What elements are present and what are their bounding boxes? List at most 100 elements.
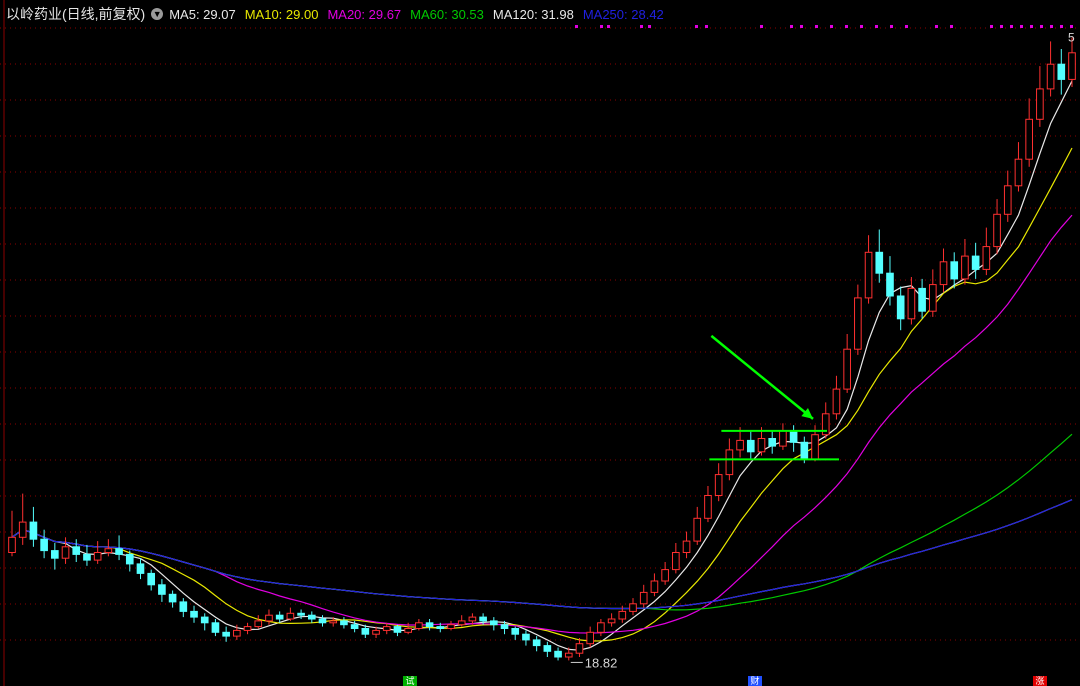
ma-legend-item: MA10: 29.00 xyxy=(244,6,319,22)
candle-body xyxy=(907,287,916,320)
event-dot xyxy=(600,25,603,28)
candle-body xyxy=(415,622,423,629)
candle-body xyxy=(586,631,595,645)
low-price-label: 18.82 xyxy=(585,655,618,670)
ma-legend-item: MA20: 29.67 xyxy=(327,6,402,22)
candle-body xyxy=(854,297,862,350)
arrow-icon xyxy=(710,334,814,420)
candle-body xyxy=(168,593,177,603)
candle-body xyxy=(329,620,338,624)
ma-legend-item: MA250: 28.42 xyxy=(582,6,664,22)
chart-header: 以岭药业(日线,前复权) ▼ MA5: 29.07 MA10: 29.00 MA20… xyxy=(6,4,673,24)
ma-legend-item: MA5: 29.07 xyxy=(169,6,236,22)
candle-body xyxy=(275,614,284,620)
candle-body xyxy=(136,563,145,574)
candle-body xyxy=(672,552,680,571)
event-dot xyxy=(607,25,610,28)
candlestick-chart[interactable]: 18.82 5 xyxy=(0,0,1080,686)
event-dot xyxy=(760,25,763,28)
candle-body xyxy=(961,255,969,280)
candle-body xyxy=(83,553,91,561)
candle-body xyxy=(693,517,702,542)
annotations: 18.82 5 xyxy=(570,31,1075,670)
candle-body xyxy=(875,251,884,274)
candle-body xyxy=(896,295,905,320)
candle-body xyxy=(1025,118,1033,160)
candle-body xyxy=(340,620,348,626)
candle-body xyxy=(404,628,412,633)
ma-legend-item: MA120: 31.98 xyxy=(492,6,574,22)
ma-legend: MA5: 29.07 MA10: 29.00 MA20: 29.67 MA60: 30… xyxy=(169,7,673,22)
candle-body xyxy=(425,622,434,628)
candle-body xyxy=(511,628,520,635)
candle-body xyxy=(361,628,370,635)
candle-body xyxy=(564,652,573,658)
event-dot xyxy=(830,25,833,28)
candle-body xyxy=(779,430,787,447)
event-marker[interactable]: 试 xyxy=(403,676,417,686)
candle-body xyxy=(265,614,273,622)
candle-body xyxy=(746,439,755,453)
candle-body xyxy=(8,536,16,553)
candle-body xyxy=(982,246,991,270)
event-marker[interactable]: 财 xyxy=(748,676,762,686)
candle-body xyxy=(297,612,305,616)
candle-body xyxy=(886,272,894,297)
candle-body xyxy=(714,474,723,497)
candle-body xyxy=(832,388,841,415)
ma-legend-item: MA60: 30.53 xyxy=(410,6,484,22)
event-dot xyxy=(1050,25,1053,28)
event-dot xyxy=(950,25,953,28)
candle-body xyxy=(725,449,734,476)
candle-body xyxy=(768,438,777,447)
candle-body xyxy=(307,614,316,620)
event-dot xyxy=(905,25,908,28)
stock-title: 以岭药业(日线,前复权) xyxy=(6,6,146,22)
candle-body xyxy=(532,639,541,647)
candle-body xyxy=(800,441,809,460)
candle-body xyxy=(789,430,798,443)
candle-body xyxy=(318,618,327,624)
event-dot xyxy=(845,25,848,28)
chevron-down-icon[interactable]: ▼ xyxy=(151,8,164,20)
candle-body xyxy=(29,521,38,540)
high-price-label: 5 xyxy=(1068,31,1075,45)
candle-body xyxy=(72,546,81,555)
candle-body xyxy=(115,548,123,555)
candle-body xyxy=(575,643,584,654)
candle-body xyxy=(147,572,156,586)
kline-chart-panel[interactable]: 以岭药业(日线,前复权) ▼ MA5: 29.07 MA10: 29.00 MA20… xyxy=(0,0,1080,686)
candle-body xyxy=(489,620,498,626)
event-dot xyxy=(575,25,578,28)
candle-body xyxy=(436,626,445,629)
event-marker[interactable]: 涨 xyxy=(1033,676,1047,686)
event-dot xyxy=(790,25,793,28)
candle-body xyxy=(158,584,166,595)
candle-body xyxy=(971,255,980,270)
event-dot xyxy=(648,25,651,28)
candle-body xyxy=(554,650,562,658)
event-dot xyxy=(1040,25,1043,28)
candle-body xyxy=(939,261,948,286)
candle-body xyxy=(179,601,188,612)
candle-body xyxy=(382,626,391,631)
candle-body xyxy=(61,546,70,559)
candle-body xyxy=(372,629,380,635)
candle-body xyxy=(950,261,959,280)
moving-average-lines xyxy=(11,80,1073,651)
candle-body xyxy=(200,616,209,624)
event-dot xyxy=(695,25,698,28)
candle-body xyxy=(468,616,477,622)
candle-body xyxy=(1046,63,1055,90)
event-dot xyxy=(935,25,938,28)
candle-body xyxy=(350,624,359,630)
candle-body xyxy=(543,645,552,652)
event-dot xyxy=(705,25,708,28)
candle-body xyxy=(393,626,402,633)
event-dot xyxy=(1010,25,1013,28)
event-dot xyxy=(860,25,863,28)
candle-body xyxy=(18,521,27,538)
candle-body xyxy=(736,439,744,451)
event-dot xyxy=(875,25,878,28)
candle-body xyxy=(522,633,530,641)
